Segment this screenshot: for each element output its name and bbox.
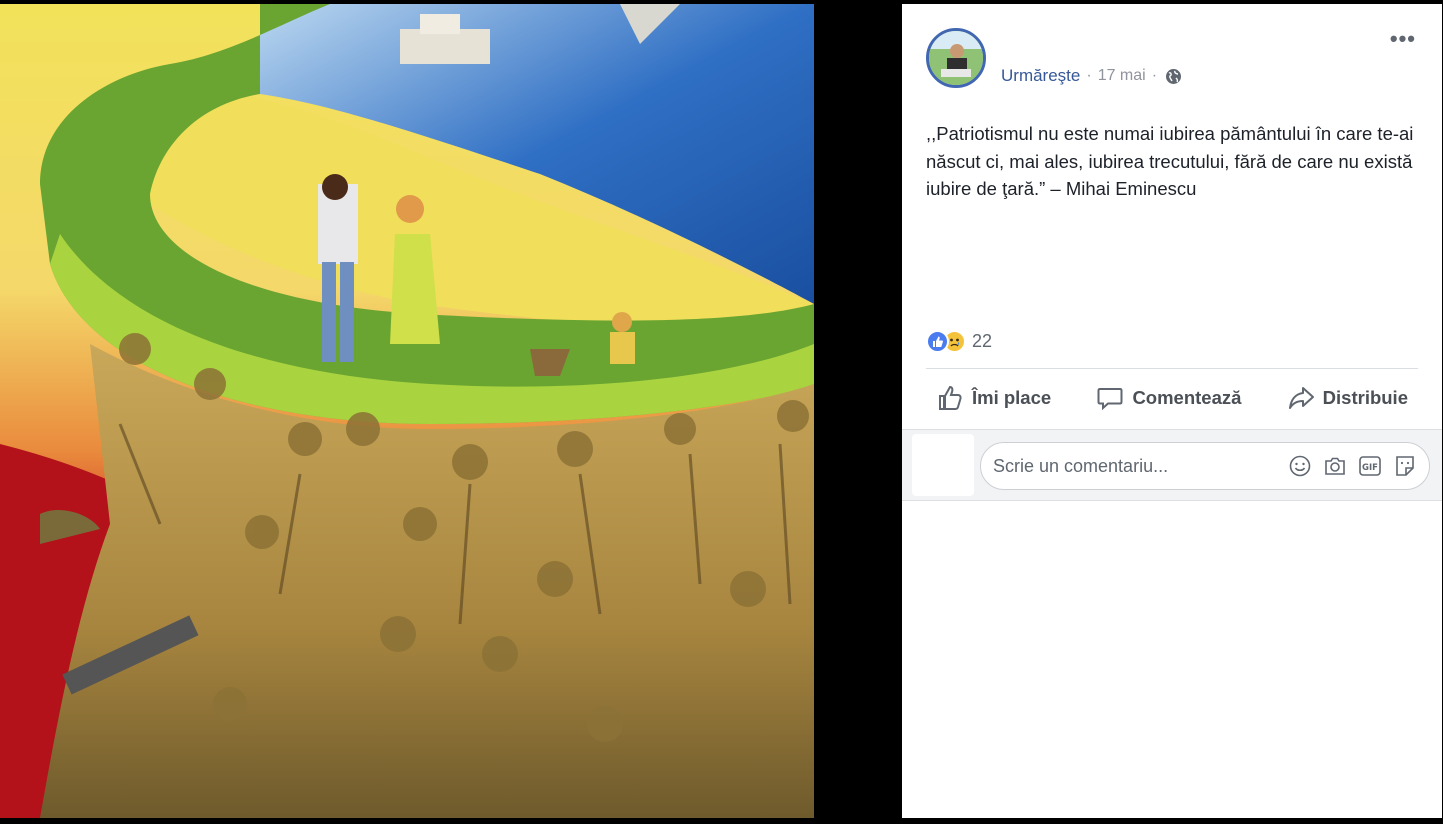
share-button[interactable]: Distribuie <box>1277 384 1418 412</box>
globe-icon[interactable] <box>1165 68 1182 85</box>
post-meta: Urmăreşte · 17 mai · <box>1001 66 1182 86</box>
post-text: ,,Patriotismul nu este numai iubirea păm… <box>926 123 1414 199</box>
post-image[interactable] <box>0 4 814 818</box>
comment-tools: GIF <box>1288 454 1417 478</box>
emoji-icon[interactable] <box>1288 454 1312 478</box>
comment-label: Comentează <box>1132 387 1242 408</box>
svg-text:GIF: GIF <box>1362 463 1378 473</box>
meta-separator: · <box>1086 67 1092 84</box>
thumbs-up-icon <box>939 385 962 410</box>
reactions-summary[interactable]: 22 <box>926 327 992 355</box>
share-label: Distribuie <box>1322 387 1408 408</box>
post-date[interactable]: 17 mai <box>1098 67 1146 85</box>
avatar[interactable] <box>926 28 986 88</box>
meta-separator-2: · <box>1151 67 1158 84</box>
like-button[interactable]: Îmi place <box>926 384 1061 412</box>
more-options-icon[interactable]: ••• <box>1390 28 1416 50</box>
action-bar: Îmi place Comentează Distribuie <box>926 376 1418 420</box>
share-icon <box>1288 387 1314 409</box>
comment-composer: GIF <box>902 429 1442 501</box>
comment-icon <box>1097 388 1123 411</box>
post-header: Urmăreşte · 17 mai · <box>926 28 1442 92</box>
camera-icon[interactable] <box>1323 454 1347 478</box>
gif-icon[interactable]: GIF <box>1358 454 1382 478</box>
comment-box[interactable]: GIF <box>980 442 1430 490</box>
follow-link[interactable]: Urmăreşte <box>1001 66 1080 86</box>
comment-button[interactable]: Comentează <box>1086 384 1251 412</box>
comment-input[interactable] <box>993 443 1273 489</box>
post-panel: Urmăreşte · 17 mai · ••• ,,Patriotismul … <box>902 4 1442 818</box>
commenter-avatar <box>912 434 974 496</box>
divider <box>926 368 1418 369</box>
reaction-count[interactable]: 22 <box>972 331 992 352</box>
like-icon <box>926 329 949 353</box>
like-label: Îmi place <box>972 387 1052 408</box>
sticker-icon[interactable] <box>1393 454 1417 478</box>
